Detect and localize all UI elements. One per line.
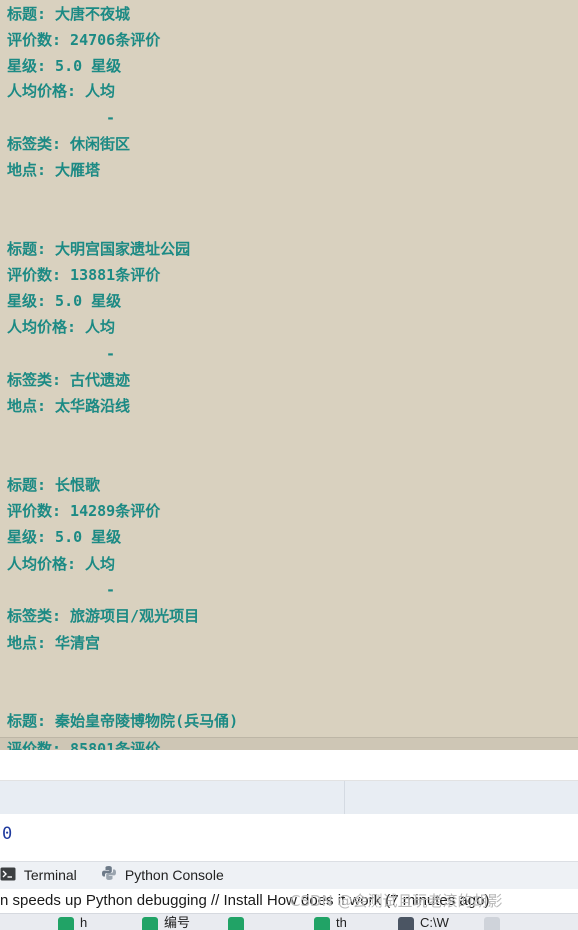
console-line: 人均价格: 人均 — [7, 82, 116, 100]
pycharm-icon[interactable] — [314, 917, 330, 930]
terminal-icon — [0, 863, 16, 890]
console-line: 标题: 大明宫国家遗址公园 — [7, 240, 191, 258]
console-line: 星级: 5.0 星级 — [7, 292, 122, 310]
console-line: 标签类: 古代遗迹 — [7, 371, 131, 389]
tab-label: Python Console — [124, 867, 224, 883]
taskbar-item[interactable]: h — [80, 914, 87, 930]
taskbar-item[interactable]: th — [336, 914, 347, 930]
console-line: 标签类: 休闲街区 — [7, 135, 131, 153]
window-icon[interactable] — [398, 917, 414, 930]
console-line: 星级: 5.0 星级 — [7, 528, 122, 546]
taskbar-item[interactable]: 编号 — [164, 914, 190, 930]
table-header — [0, 781, 578, 814]
console-line: 地点: 华清宫 — [7, 634, 101, 652]
console-line: 标签类: 旅游项目/观光项目 — [7, 607, 200, 625]
console-line: - — [106, 581, 116, 599]
panel-separator[interactable] — [0, 750, 578, 781]
console-line: 标题: 秦始皇帝陵博物院(兵马俑) — [7, 712, 239, 730]
console-line: 人均价格: 人均 — [7, 318, 116, 336]
console-line: 标题: 长恨歌 — [7, 476, 101, 494]
console-line: 地点: 大雁塔 — [7, 161, 101, 179]
tab-terminal[interactable]: Terminal — [0, 862, 77, 889]
tab-python-console[interactable]: Python Console — [101, 862, 224, 889]
tab-label: Terminal — [23, 867, 77, 883]
pycharm-icon[interactable] — [58, 917, 74, 930]
console-line: 评价数: 85801条评价 — [7, 740, 161, 750]
console-line: 人均价格: 人均 — [7, 555, 116, 573]
column-divider[interactable] — [344, 781, 345, 814]
console-output: 标题: 大唐不夜城 评价数: 24706条评价 星级: 5.0 星级 人均价格:… — [0, 0, 578, 750]
pycharm-icon[interactable] — [142, 917, 158, 930]
console-line: 星级: 5.0 星级 — [7, 57, 122, 75]
python-icon — [101, 863, 117, 890]
console-line: 评价数: 14289条评价 — [7, 502, 161, 520]
console-line: - — [106, 109, 116, 127]
pycharm-icon[interactable] — [228, 917, 244, 930]
taskbar-item[interactable]: C:\W — [420, 914, 449, 930]
console-line: 地点: 太华路沿线 — [7, 397, 131, 415]
folder-icon[interactable] — [484, 917, 500, 930]
tool-window-tabs: Terminal Python Console — [0, 861, 578, 890]
status-bar: n speeds up Python debugging // Install … — [0, 889, 578, 913]
watermark: CSDN @会测试且玩老滚的胡影 — [290, 892, 503, 910]
console-line: 评价数: 24706条评价 — [7, 31, 161, 49]
console-cursor-row: 评价数: 85801条评价 — [0, 737, 578, 750]
output-value: 0 — [2, 824, 13, 844]
console-line: 评价数: 13881条评价 — [7, 266, 161, 284]
console-line: - — [106, 345, 116, 363]
console-line: 标题: 大唐不夜城 — [7, 5, 131, 23]
taskbar: h 编号 th C:\W — [0, 913, 578, 930]
